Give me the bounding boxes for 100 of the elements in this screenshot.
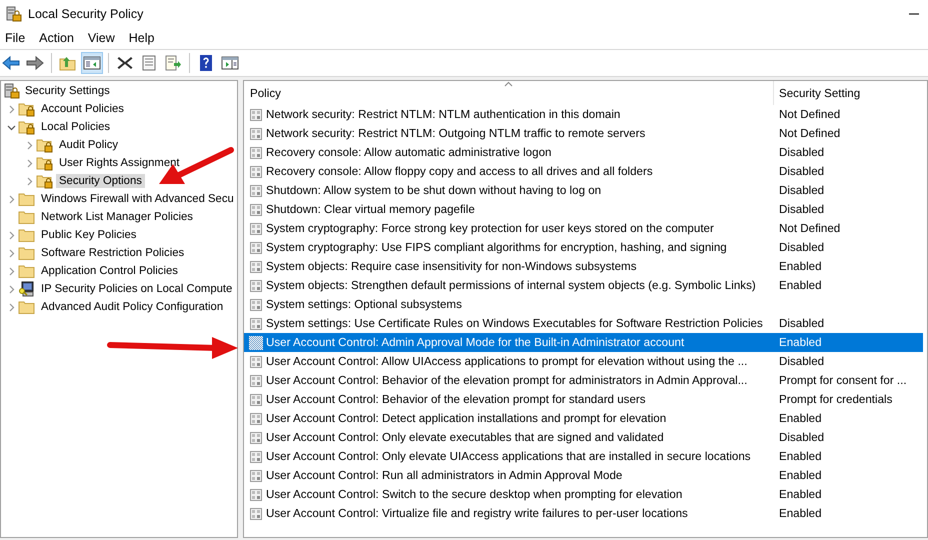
policy-row[interactable]: User Account Control: Only elevate UIAccess applications that are installed in secure locations Enabled [244,447,923,466]
collapse-chevron-icon[interactable] [6,122,16,132]
policy-row[interactable]: Network security: Restrict NTLM: Outgoing NTLM traffic to remote servers Not Defined [244,124,923,143]
security-setting: Disabled [779,241,824,254]
tree-item[interactable]: Software Restriction Policies [38,246,188,260]
policy-name: Shutdown: Clear virtual memory pagefile [266,203,476,216]
tree-item[interactable]: Windows Firewall with Advanced Secu [38,192,237,206]
policy-name: System settings: Optional subsystems [266,298,463,311]
locked-folder-icon [18,101,36,117]
policy-row[interactable]: User Account Control: Admin Approval Mode for the Built-in Administrator account Enabled [244,333,923,352]
column-header[interactable]: Policy [244,81,774,105]
expand-chevron-icon[interactable] [6,266,16,276]
security-setting: Not Defined [779,108,840,121]
folder-icon [18,245,36,261]
locked-folder-icon [36,155,54,171]
tree-item[interactable]: Audit Policy [56,138,122,152]
security-setting: Not Defined [779,127,840,140]
policy-name: Network security: Restrict NTLM: NTLM authentication in this domain [266,108,622,121]
policy-row[interactable]: System objects: Require case insensitivity for non-Windows subsystems Enabled [244,257,923,276]
tree-item[interactable]: Local Policies [38,120,114,134]
policy-row[interactable]: Recovery console: Allow floppy copy and access to all drives and all folders Disabled [244,162,923,181]
column-header[interactable]: Security Setting [774,86,860,100]
policy-name: User Account Control: Behavior of the elevation prompt for standard users [266,393,647,406]
folder-icon [18,299,36,315]
policy-row[interactable]: User Account Control: Virtualize file and registry write failures to per-user locations Enabled [244,504,923,523]
policy-row[interactable]: Shutdown: Allow system to be shut down without having to log on Disabled [244,181,923,200]
policy-row[interactable]: System cryptography: Force strong key protection for user keys stored on the computer Not Defined [244,219,923,238]
expand-chevron-icon[interactable] [24,176,34,186]
policy-row[interactable]: User Account Control: Run all administrators in Admin Approval Mode Enabled [244,466,923,485]
policy-icon [249,488,263,502]
security-setting: Enabled [779,260,822,273]
expand-chevron-icon[interactable] [6,194,16,204]
tree-item[interactable]: Advanced Audit Policy Configuration [38,300,226,314]
policy-icon [249,108,263,122]
policy-row[interactable]: System settings: Use Certificate Rules on Windows Executables for Software Restriction Policies Disabled [244,314,923,333]
policy-icon [249,260,263,274]
security-setting: Disabled [779,317,824,330]
menu-item[interactable]: Help [124,29,160,47]
tree-item[interactable]: Account Policies [38,102,127,116]
policy-name: User Account Control: Allow UIAccess applications to prompt for elevation without using the ... [266,355,748,368]
policy-icon [249,316,263,330]
expand-chevron-icon[interactable] [6,248,16,258]
expand-chevron-icon[interactable] [24,140,34,150]
menu-item[interactable]: File [0,29,30,47]
tree-item[interactable]: Public Key Policies [38,228,140,242]
policy-icon [249,126,263,140]
tree-item[interactable]: Security Settings [22,84,113,98]
expand-chevron-icon[interactable] [24,158,34,168]
policy-name: User Account Control: Detect application installations and prompt for elevation [266,412,668,425]
tree-item[interactable]: User Rights Assignment [56,156,183,170]
policy-icon [249,450,263,464]
policy-row[interactable]: System settings: Optional subsystems [244,295,923,314]
policy-row[interactable]: User Account Control: Switch to the secure desktop when prompting for elevation Enabled [244,485,923,504]
policy-row[interactable]: Recovery console: Allow automatic administrative logon Disabled [244,143,923,162]
expand-chevron-icon[interactable] [6,302,16,312]
policy-name: User Account Control: Only elevate executables that are signed and validated [266,431,665,444]
forward-arrow-icon [26,55,44,71]
menu-item[interactable]: View [82,29,120,47]
locked-folder-icon [36,173,54,189]
policy-row[interactable]: User Account Control: Detect application installations and prompt for elevation Enabled [244,409,923,428]
security-setting: Enabled [779,507,822,520]
tree-item[interactable]: Network List Manager Policies [38,210,196,224]
folder-icon [18,209,36,225]
policy-name: System cryptography: Force strong key protection for user keys stored on the computer [266,222,715,235]
security-setting: Disabled [779,146,824,159]
policy-row[interactable]: Shutdown: Clear virtual memory pagefile Disabled [244,200,923,219]
locked-folder-icon [36,137,54,153]
tree-item[interactable]: IP Security Policies on Local Compute [38,282,236,296]
policy-row[interactable]: System cryptography: Use FIPS compliant algorithms for encryption, hashing, and signing Disabled [244,238,923,257]
security-setting: Disabled [779,165,824,178]
policy-row[interactable]: Network security: Restrict NTLM: NTLM authentication in this domain Not Defined [244,105,923,124]
security-setting: Enabled [779,469,822,482]
policy-icon [249,298,263,312]
expand-chevron-icon[interactable] [6,104,16,114]
sort-ascending-icon [504,81,513,87]
security-setting: Disabled [779,184,824,197]
policy-row[interactable]: User Account Control: Only elevate executables that are signed and validated Disabled [244,428,923,447]
policy-row[interactable]: User Account Control: Allow UIAccess applications to prompt for elevation without using the ... Disabled [244,352,923,371]
policy-name: User Account Control: Run all administrators in Admin Approval Mode [266,469,624,482]
policy-row[interactable]: System objects: Strengthen default permissions of internal system objects (e.g. Symbolic Links) Enabled [244,276,923,295]
expand-chevron-icon[interactable] [6,284,16,294]
security-setting: Enabled [779,488,822,501]
policy-icon [249,468,263,482]
folder-icon [18,263,36,279]
help-icon [197,54,215,72]
tree-pane-button[interactable] [81,52,103,74]
tree-item[interactable]: Application Control Policies [38,264,181,278]
security-setting: Enabled [779,412,822,425]
policy-icon [249,202,263,216]
server-lock-icon [4,83,20,99]
expand-chevron-icon[interactable] [6,230,16,240]
policy-row[interactable]: User Account Control: Behavior of the elevation prompt for administrators in Admin Approval... Prompt for consent for ... [244,371,923,390]
properties-icon [140,55,158,71]
security-setting: Disabled [779,431,824,444]
policy-name: User Account Control: Only elevate UIAccess applications that are installed in secure locations [266,450,752,463]
policy-row[interactable]: User Account Control: Behavior of the elevation prompt for standard users Prompt for credentials [244,390,923,409]
tree-item[interactable]: Security Options [56,174,145,188]
policy-name: Shutdown: Allow system to be shut down without having to log on [266,184,602,197]
locked-folder-icon [18,119,36,135]
menu-item[interactable]: Action [34,29,79,47]
